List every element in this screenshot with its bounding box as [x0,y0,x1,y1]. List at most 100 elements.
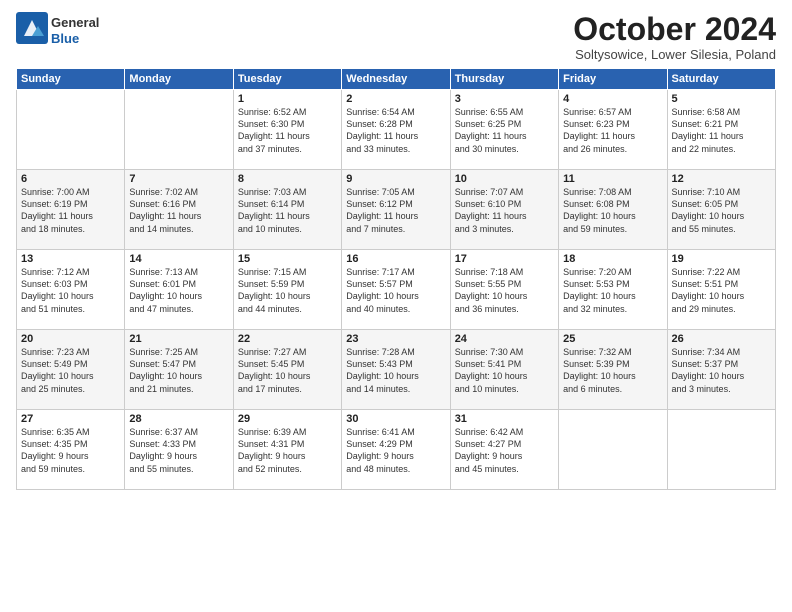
day-detail: Sunrise: 7:07 AM Sunset: 6:10 PM Dayligh… [455,186,554,235]
logo-blue: Blue [51,31,99,47]
day-header-wednesday: Wednesday [342,69,450,90]
calendar-cell: 29Sunrise: 6:39 AM Sunset: 4:31 PM Dayli… [233,410,341,490]
logo-text: General Blue [51,15,99,46]
day-number: 22 [238,333,337,345]
calendar-week-5: 27Sunrise: 6:35 AM Sunset: 4:35 PM Dayli… [17,410,776,490]
day-detail: Sunrise: 6:54 AM Sunset: 6:28 PM Dayligh… [346,106,445,155]
day-detail: Sunrise: 6:52 AM Sunset: 6:30 PM Dayligh… [238,106,337,155]
day-detail: Sunrise: 7:22 AM Sunset: 5:51 PM Dayligh… [672,266,771,315]
day-number: 9 [346,173,445,185]
calendar-week-3: 13Sunrise: 7:12 AM Sunset: 6:03 PM Dayli… [17,250,776,330]
day-number: 7 [129,173,228,185]
calendar-cell: 14Sunrise: 7:13 AM Sunset: 6:01 PM Dayli… [125,250,233,330]
calendar-cell: 1Sunrise: 6:52 AM Sunset: 6:30 PM Daylig… [233,90,341,170]
calendar-cell: 25Sunrise: 7:32 AM Sunset: 5:39 PM Dayli… [559,330,667,410]
day-number: 28 [129,413,228,425]
day-detail: Sunrise: 7:32 AM Sunset: 5:39 PM Dayligh… [563,346,662,395]
day-detail: Sunrise: 7:34 AM Sunset: 5:37 PM Dayligh… [672,346,771,395]
day-detail: Sunrise: 7:10 AM Sunset: 6:05 PM Dayligh… [672,186,771,235]
month-title: October 2024 [573,12,776,47]
calendar-cell [667,410,775,490]
location: Soltysowice, Lower Silesia, Poland [573,47,776,62]
day-number: 4 [563,93,662,105]
calendar-cell: 15Sunrise: 7:15 AM Sunset: 5:59 PM Dayli… [233,250,341,330]
day-detail: Sunrise: 7:23 AM Sunset: 5:49 PM Dayligh… [21,346,120,395]
day-number: 30 [346,413,445,425]
day-detail: Sunrise: 7:30 AM Sunset: 5:41 PM Dayligh… [455,346,554,395]
day-detail: Sunrise: 7:00 AM Sunset: 6:19 PM Dayligh… [21,186,120,235]
day-detail: Sunrise: 7:13 AM Sunset: 6:01 PM Dayligh… [129,266,228,315]
day-number: 8 [238,173,337,185]
day-number: 24 [455,333,554,345]
day-header-saturday: Saturday [667,69,775,90]
day-number: 2 [346,93,445,105]
calendar-cell: 30Sunrise: 6:41 AM Sunset: 4:29 PM Dayli… [342,410,450,490]
calendar-week-4: 20Sunrise: 7:23 AM Sunset: 5:49 PM Dayli… [17,330,776,410]
day-detail: Sunrise: 6:41 AM Sunset: 4:29 PM Dayligh… [346,426,445,475]
calendar-cell: 20Sunrise: 7:23 AM Sunset: 5:49 PM Dayli… [17,330,125,410]
day-header-sunday: Sunday [17,69,125,90]
title-block: October 2024 Soltysowice, Lower Silesia,… [573,12,776,62]
calendar: SundayMondayTuesdayWednesdayThursdayFrid… [16,68,776,490]
day-detail: Sunrise: 6:57 AM Sunset: 6:23 PM Dayligh… [563,106,662,155]
day-detail: Sunrise: 6:58 AM Sunset: 6:21 PM Dayligh… [672,106,771,155]
logo-icon [16,12,48,44]
calendar-cell: 23Sunrise: 7:28 AM Sunset: 5:43 PM Dayli… [342,330,450,410]
day-detail: Sunrise: 6:42 AM Sunset: 4:27 PM Dayligh… [455,426,554,475]
calendar-cell: 2Sunrise: 6:54 AM Sunset: 6:28 PM Daylig… [342,90,450,170]
calendar-cell: 26Sunrise: 7:34 AM Sunset: 5:37 PM Dayli… [667,330,775,410]
day-detail: Sunrise: 7:02 AM Sunset: 6:16 PM Dayligh… [129,186,228,235]
calendar-week-2: 6Sunrise: 7:00 AM Sunset: 6:19 PM Daylig… [17,170,776,250]
day-number: 20 [21,333,120,345]
day-number: 6 [21,173,120,185]
day-detail: Sunrise: 6:55 AM Sunset: 6:25 PM Dayligh… [455,106,554,155]
day-header-friday: Friday [559,69,667,90]
day-detail: Sunrise: 7:15 AM Sunset: 5:59 PM Dayligh… [238,266,337,315]
calendar-cell [559,410,667,490]
day-number: 11 [563,173,662,185]
day-number: 31 [455,413,554,425]
calendar-cell: 11Sunrise: 7:08 AM Sunset: 6:08 PM Dayli… [559,170,667,250]
logo: General Blue [16,12,99,49]
calendar-cell [17,90,125,170]
calendar-header-row: SundayMondayTuesdayWednesdayThursdayFrid… [17,69,776,90]
day-detail: Sunrise: 7:05 AM Sunset: 6:12 PM Dayligh… [346,186,445,235]
day-number: 29 [238,413,337,425]
day-detail: Sunrise: 6:39 AM Sunset: 4:31 PM Dayligh… [238,426,337,475]
day-number: 12 [672,173,771,185]
calendar-cell: 13Sunrise: 7:12 AM Sunset: 6:03 PM Dayli… [17,250,125,330]
calendar-cell: 17Sunrise: 7:18 AM Sunset: 5:55 PM Dayli… [450,250,558,330]
calendar-cell: 28Sunrise: 6:37 AM Sunset: 4:33 PM Dayli… [125,410,233,490]
day-detail: Sunrise: 6:35 AM Sunset: 4:35 PM Dayligh… [21,426,120,475]
day-detail: Sunrise: 7:28 AM Sunset: 5:43 PM Dayligh… [346,346,445,395]
day-number: 26 [672,333,771,345]
day-number: 15 [238,253,337,265]
calendar-cell: 21Sunrise: 7:25 AM Sunset: 5:47 PM Dayli… [125,330,233,410]
calendar-cell: 22Sunrise: 7:27 AM Sunset: 5:45 PM Dayli… [233,330,341,410]
header: General Blue October 2024 Soltysowice, L… [16,12,776,62]
day-number: 16 [346,253,445,265]
day-number: 23 [346,333,445,345]
day-header-monday: Monday [125,69,233,90]
calendar-cell: 3Sunrise: 6:55 AM Sunset: 6:25 PM Daylig… [450,90,558,170]
day-detail: Sunrise: 7:08 AM Sunset: 6:08 PM Dayligh… [563,186,662,235]
day-number: 13 [21,253,120,265]
day-detail: Sunrise: 7:12 AM Sunset: 6:03 PM Dayligh… [21,266,120,315]
day-number: 10 [455,173,554,185]
calendar-cell: 19Sunrise: 7:22 AM Sunset: 5:51 PM Dayli… [667,250,775,330]
calendar-cell: 27Sunrise: 6:35 AM Sunset: 4:35 PM Dayli… [17,410,125,490]
day-number: 14 [129,253,228,265]
day-number: 1 [238,93,337,105]
day-number: 5 [672,93,771,105]
day-header-tuesday: Tuesday [233,69,341,90]
calendar-cell: 31Sunrise: 6:42 AM Sunset: 4:27 PM Dayli… [450,410,558,490]
day-number: 19 [672,253,771,265]
calendar-cell: 10Sunrise: 7:07 AM Sunset: 6:10 PM Dayli… [450,170,558,250]
day-detail: Sunrise: 7:17 AM Sunset: 5:57 PM Dayligh… [346,266,445,315]
calendar-cell [125,90,233,170]
day-number: 21 [129,333,228,345]
calendar-cell: 9Sunrise: 7:05 AM Sunset: 6:12 PM Daylig… [342,170,450,250]
day-detail: Sunrise: 7:20 AM Sunset: 5:53 PM Dayligh… [563,266,662,315]
day-number: 25 [563,333,662,345]
calendar-week-1: 1Sunrise: 6:52 AM Sunset: 6:30 PM Daylig… [17,90,776,170]
